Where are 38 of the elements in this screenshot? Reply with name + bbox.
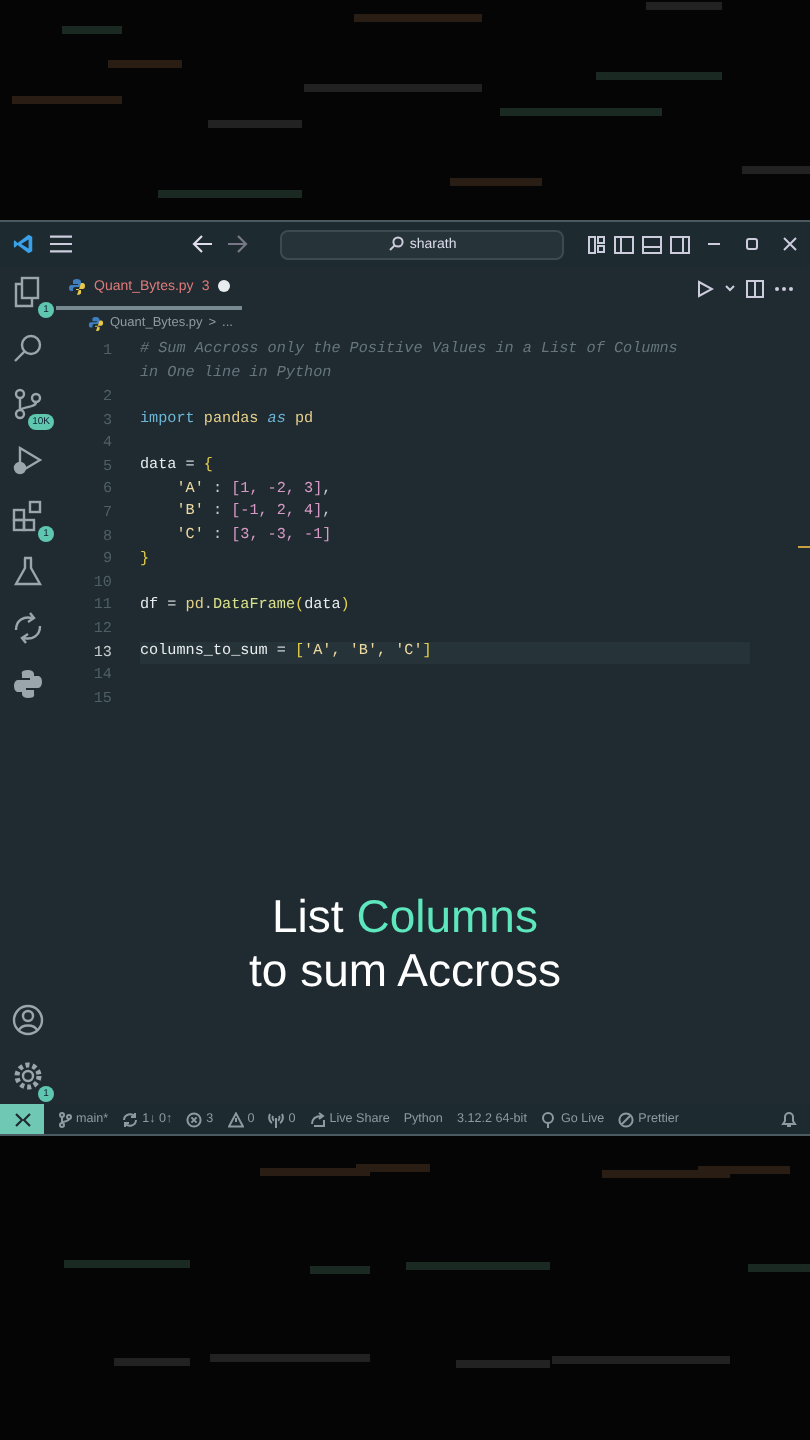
- panel-toggle-icon[interactable]: [642, 235, 662, 253]
- back-arrow-icon[interactable]: [192, 234, 215, 254]
- branch-icon: [58, 1111, 72, 1127]
- files-icon[interactable]: [12, 276, 44, 308]
- prettier-icon: [618, 1111, 635, 1127]
- sidebar-toggle-icon[interactable]: [614, 235, 634, 253]
- bell-icon[interactable]: [780, 1110, 798, 1128]
- debug-icon[interactable]: [12, 444, 44, 476]
- error-icon: [186, 1111, 203, 1127]
- antenna-icon: [268, 1111, 285, 1127]
- run-icon[interactable]: [696, 279, 714, 297]
- account-icon[interactable]: [12, 1004, 44, 1036]
- caption-text: List Columns: [270, 890, 540, 944]
- close-icon[interactable]: [782, 236, 798, 252]
- caption-text: to sum Accross: [247, 944, 563, 998]
- broadcast-icon: [540, 1111, 557, 1127]
- chevron-down-icon[interactable]: [724, 282, 736, 294]
- split-editor-icon[interactable]: [746, 279, 764, 297]
- python-file-icon: [68, 277, 86, 295]
- forward-arrow-icon[interactable]: [226, 234, 249, 254]
- search-icon: [387, 236, 404, 252]
- flask-icon[interactable]: [12, 556, 44, 588]
- extensions-icon[interactable]: [12, 500, 44, 532]
- layout-icon[interactable]: [588, 235, 606, 253]
- vscode-logo-icon[interactable]: [12, 232, 35, 256]
- warning-icon: [227, 1111, 244, 1127]
- settings-icon[interactable]: [12, 1060, 44, 1092]
- python-file-icon: [88, 315, 104, 331]
- maximize-icon[interactable]: [744, 236, 760, 252]
- more-icon[interactable]: [774, 285, 794, 291]
- search-icon[interactable]: [12, 332, 44, 364]
- python-icon[interactable]: [12, 668, 44, 700]
- remote-button[interactable]: [0, 1104, 44, 1134]
- menu-icon[interactable]: [50, 234, 73, 254]
- live-share-icon: [309, 1111, 326, 1127]
- sync-icon: [122, 1111, 139, 1127]
- scm-icon[interactable]: [12, 388, 44, 420]
- secondary-sidebar-icon[interactable]: [670, 235, 690, 253]
